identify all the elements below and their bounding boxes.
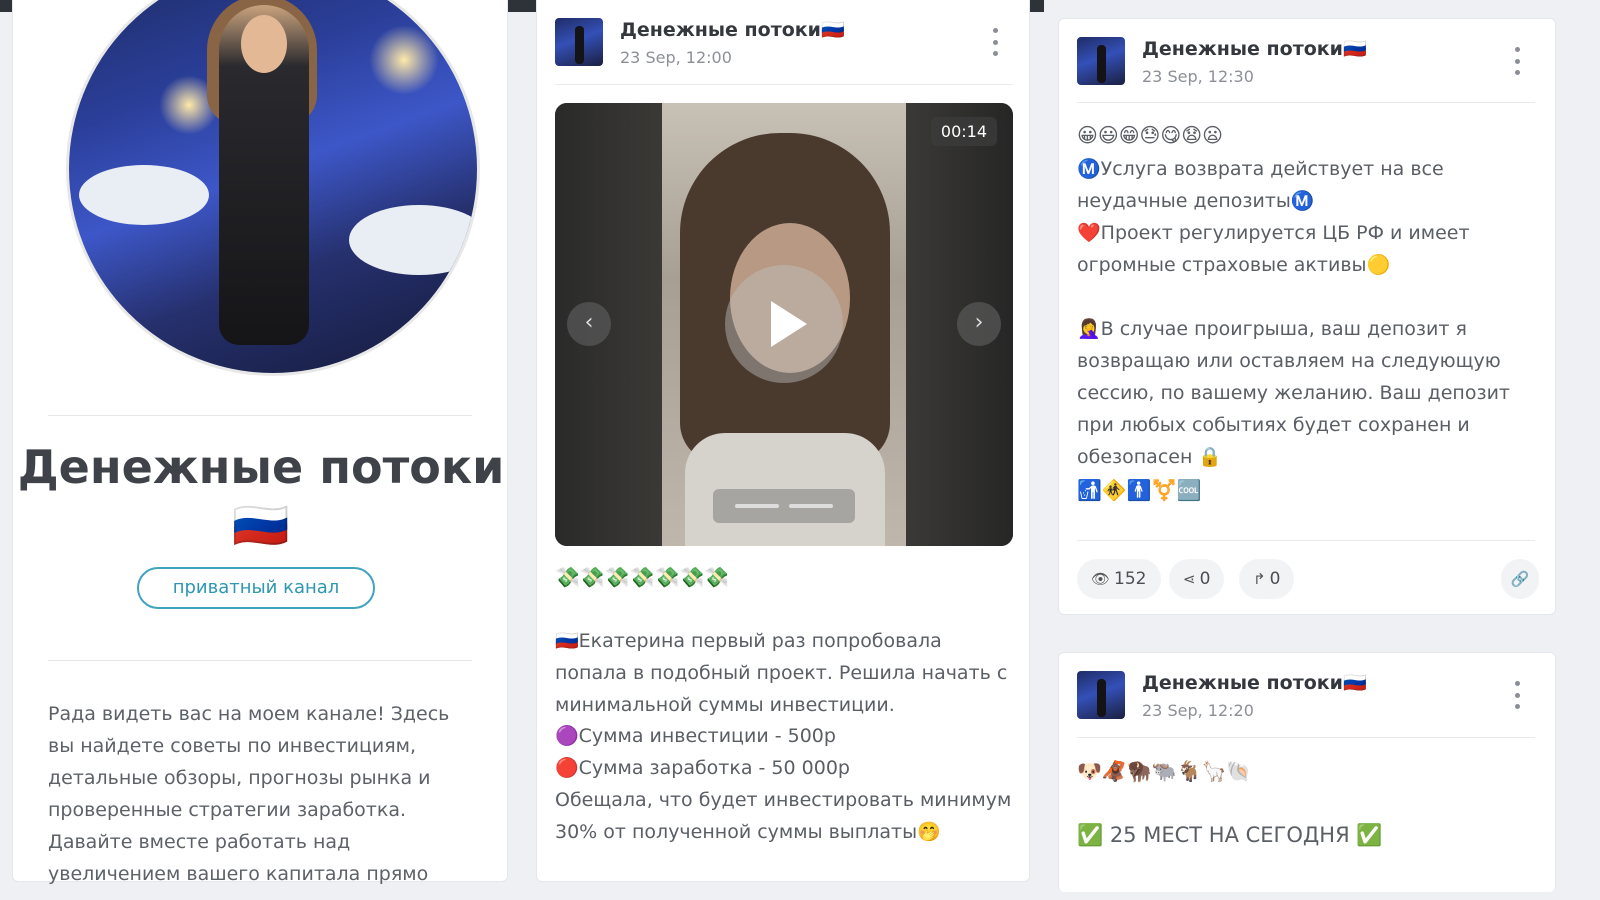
post-header-divider [1077,102,1535,103]
post-author-avatar[interactable] [1077,671,1125,719]
post-author-name[interactable]: Денежные потоки🇷🇺 [1142,37,1367,60]
post-card: Денежные потоки🇷🇺 23 Sep, 12:30 😀😃😁😓😋😧😦 … [1058,18,1556,615]
post-text-bold: ❤️Проект регулируется ЦБ РФ и имеет огро… [1077,222,1470,276]
post-emoji-line: 😀😃😁😓😋😧😦 [1077,123,1223,147]
post-emoji-line: 🐶🦧🦬🐃🐐🦙🐚 [1077,759,1252,783]
chevron-left-icon[interactable]: ‹ [567,302,611,346]
channel-name: Денежные потоки🇷🇺 [17,440,505,552]
post-symbol-line: 🚮🚸🚹⚧️🆒 [1077,478,1202,502]
post-author-avatar[interactable] [1077,37,1125,85]
post-emoji-line: 💸💸💸💸💸💸💸 [555,565,730,589]
post-menu-icon[interactable] [1513,47,1521,75]
profile-divider [48,660,472,661]
post-header-divider [555,84,1013,85]
video-slide-indicator [713,489,855,523]
post-author-name[interactable]: Денежные потоки🇷🇺 [620,18,845,41]
avatar-person-face [241,15,287,73]
eye-icon: 👁 [1091,570,1111,588]
post-video[interactable]: 00:14 ‹ › [555,103,1013,546]
post-author-name[interactable]: Денежные потоки🇷🇺 [1142,671,1367,694]
forward-button[interactable]: ↱ 0 [1239,559,1295,599]
post-card: Денежные потоки🇷🇺 23 Sep, 12:00 00:14 ‹ … [536,0,1030,882]
post-text-bold: 🔴Сумма заработка - 50 000р [555,757,850,779]
channel-profile-card: Денежные потоки🇷🇺 приватный канал Рада в… [12,0,508,885]
private-channel-badge[interactable]: приватный канал [137,567,375,609]
avatar-bg-lamp [369,25,439,95]
profile-divider [48,415,472,416]
post-footer-divider [1077,540,1535,541]
post-text: Обещала, что будет инвестировать минимум… [555,789,1012,843]
forward-icon: ↱ [1253,570,1266,588]
play-icon[interactable] [725,265,843,383]
post-menu-icon[interactable] [1513,681,1521,709]
share-count: 0 [1199,569,1211,589]
channel-avatar-large[interactable] [66,0,480,376]
post-header: Денежные потоки🇷🇺 23 Sep, 12:20 [1077,671,1535,721]
share-icon: ⋖ [1183,570,1196,588]
post-header: Денежные потоки🇷🇺 23 Sep, 12:30 [1077,37,1535,87]
avatar-bg-table [79,165,209,225]
avatar-bg-table [349,205,477,275]
post-card: Денежные потоки🇷🇺 23 Sep, 12:20 🐶🦧🦬🐃🐐🦙🐚 … [1058,652,1556,892]
link-icon[interactable]: 🔗 [1501,559,1539,599]
post-header-divider [1077,737,1535,738]
share-button[interactable]: ⋖ 0 [1169,559,1225,599]
post-author-avatar[interactable] [555,18,603,66]
post-text-bold: Ⓜ️Услуга возврата действует на все неуда… [1077,158,1444,212]
views-count: 152 [1114,569,1147,589]
views-counter[interactable]: 👁 152 [1077,559,1161,599]
post-date: 23 Sep, 12:20 [1142,701,1254,720]
video-duration: 00:14 [930,117,997,146]
channel-description: Рада видеть вас на моем канале! Здесь вы… [48,703,450,885]
post-stats: 👁 152 ⋖ 0 ↱ 0 🔗 [1077,559,1539,599]
post-text-bold: 🟣Сумма инвестиции - 500р [555,725,836,747]
post-text: 🤦‍♀️В случае проигрыша, ваш депозит я во… [1077,318,1511,468]
post-header: Денежные потоки🇷🇺 23 Sep, 12:00 [555,18,1013,68]
post-headline: ✅ 25 МЕСТ НА СЕГОДНЯ ✅ [1077,823,1383,847]
forward-count: 0 [1269,569,1281,589]
post-date: 23 Sep, 12:30 [1142,67,1254,86]
post-text: 🇷🇺Екатерина первый раз попробовала попал… [555,630,1008,716]
post-menu-icon[interactable] [991,28,999,56]
chevron-right-icon[interactable]: › [957,302,1001,346]
post-date: 23 Sep, 12:00 [620,48,732,67]
